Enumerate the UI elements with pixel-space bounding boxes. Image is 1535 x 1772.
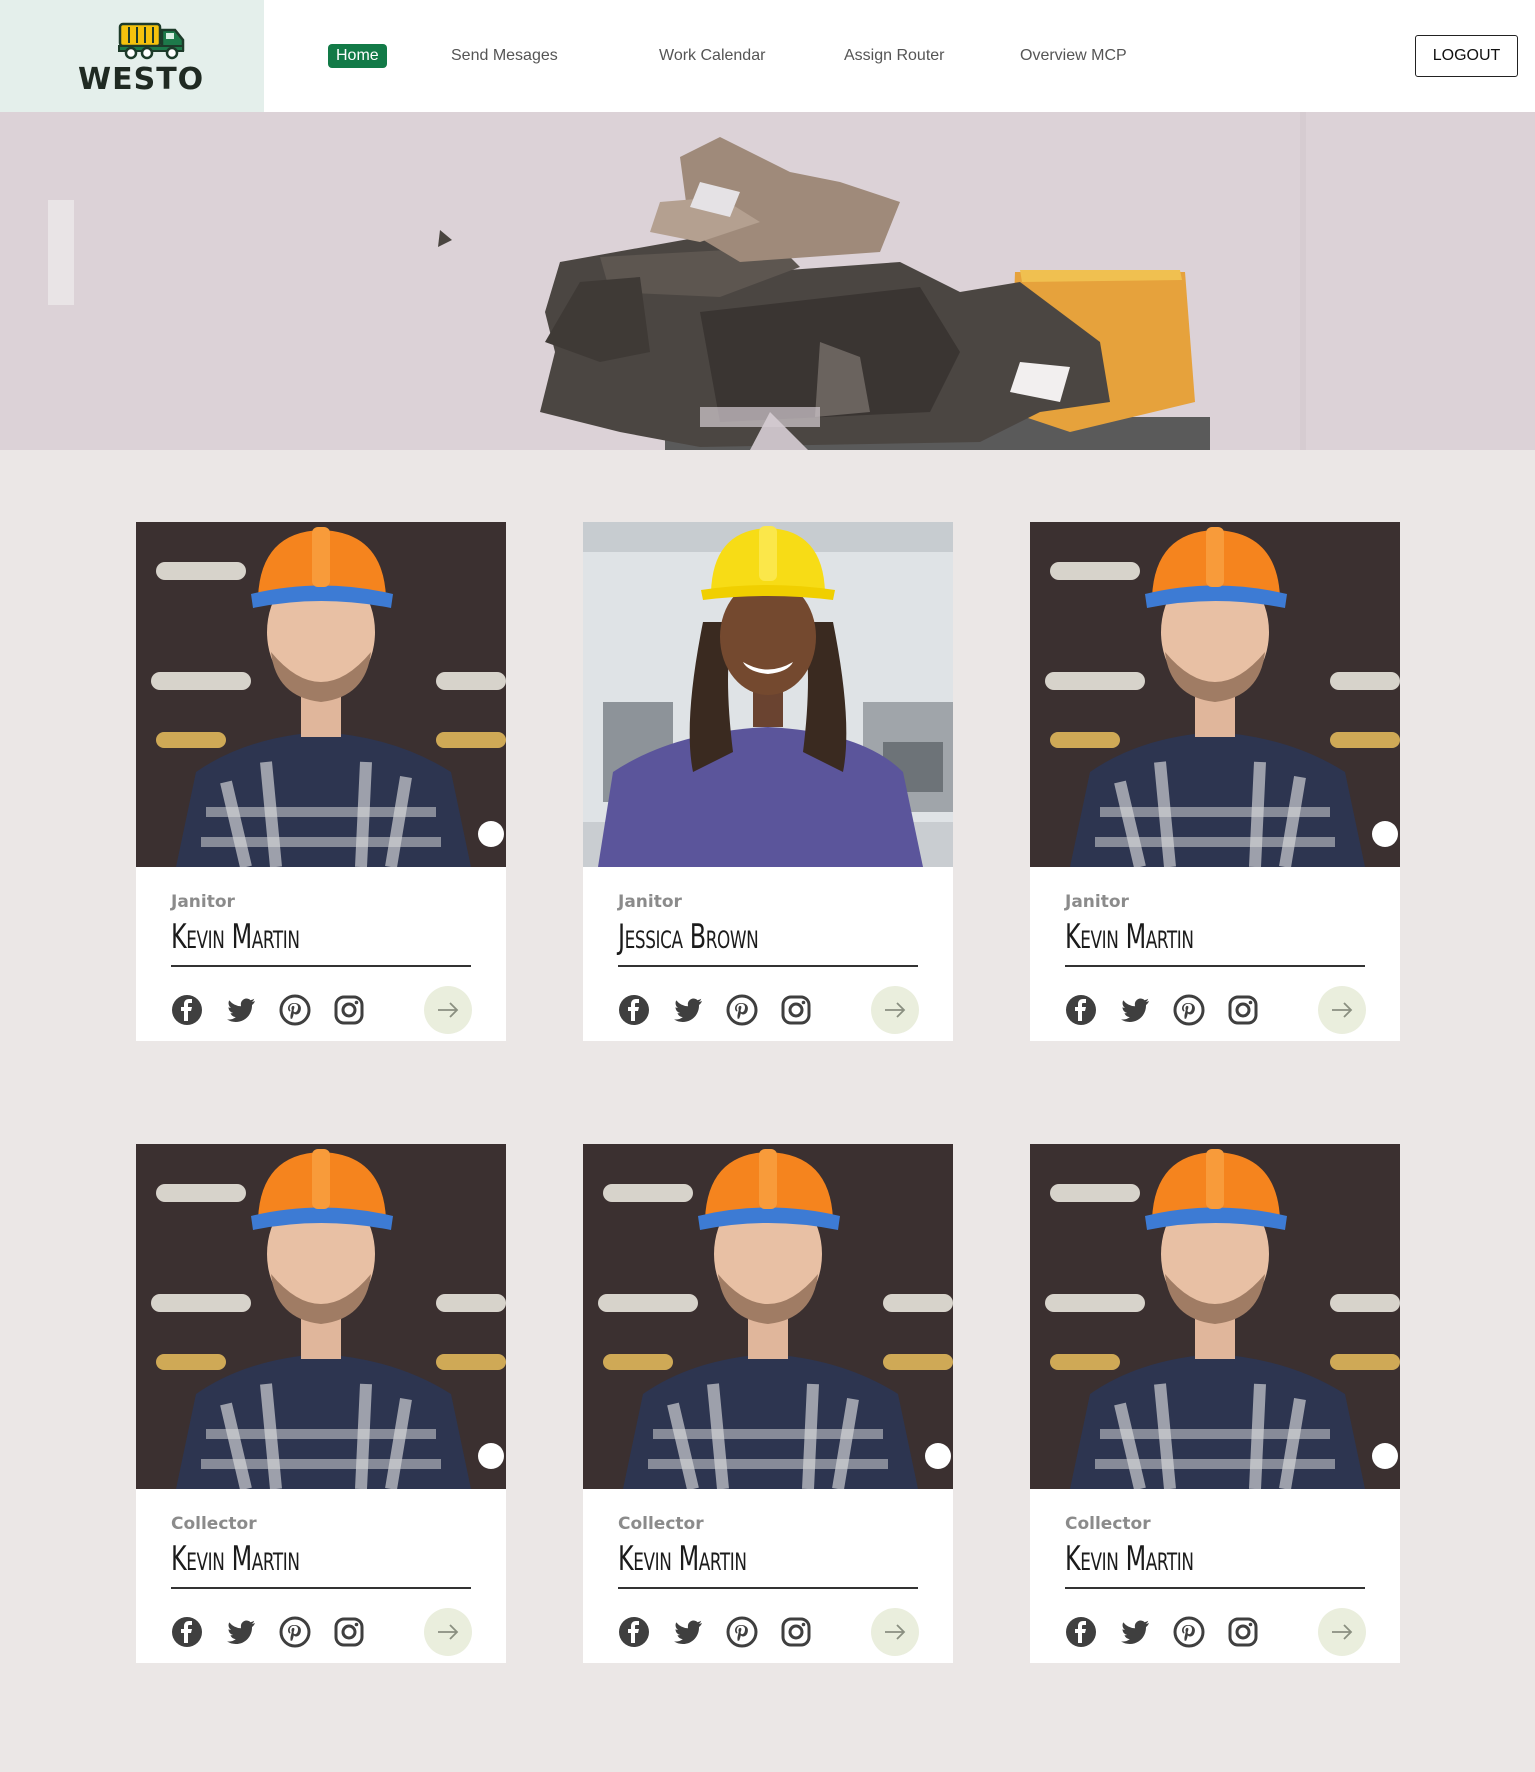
brand-name: WESTO (78, 62, 205, 97)
staff-name: Kevin Martin (1065, 1539, 1194, 1579)
staff-card: Collector Kevin Martin (583, 1144, 953, 1663)
facebook-icon[interactable] (618, 1616, 650, 1648)
hero-banner (0, 112, 1535, 450)
instagram-icon[interactable] (780, 994, 812, 1026)
staff-photo-male (1030, 1144, 1400, 1489)
nav-overview-mcp[interactable]: Overview MCP (1020, 44, 1127, 68)
staff-photo-male (136, 1144, 506, 1489)
staff-name: Kevin Martin (171, 1539, 300, 1579)
staff-card: Janitor Kevin Martin (1030, 522, 1400, 1041)
top-header: WESTO Home Send Mesages Work Calendar As… (0, 0, 1535, 112)
instagram-icon[interactable] (333, 994, 365, 1026)
card-action-button[interactable] (424, 986, 472, 1034)
staff-role: Collector (1065, 1514, 1151, 1534)
staff-role: Collector (171, 1514, 257, 1534)
arrow-right-icon (1332, 1624, 1353, 1640)
pinterest-icon[interactable] (1173, 1616, 1205, 1648)
twitter-icon[interactable] (225, 994, 257, 1026)
brand-logo[interactable]: WESTO (0, 0, 264, 112)
arrow-right-icon (438, 1624, 459, 1640)
staff-card: Janitor Kevin Martin (136, 522, 506, 1041)
staff-role: Janitor (171, 892, 235, 912)
card-action-button[interactable] (1318, 986, 1366, 1034)
pinterest-icon[interactable] (279, 1616, 311, 1648)
pinterest-icon[interactable] (279, 994, 311, 1026)
nav-send-messages[interactable]: Send Mesages (451, 44, 558, 68)
staff-photo-male (1030, 522, 1400, 867)
instagram-icon[interactable] (1227, 994, 1259, 1026)
pinterest-icon[interactable] (726, 1616, 758, 1648)
twitter-icon[interactable] (1119, 1616, 1151, 1648)
pinterest-icon[interactable] (726, 994, 758, 1026)
twitter-icon[interactable] (225, 1616, 257, 1648)
twitter-icon[interactable] (672, 1616, 704, 1648)
twitter-icon[interactable] (1119, 994, 1151, 1026)
card-action-button[interactable] (1318, 1608, 1366, 1656)
arrow-right-icon (885, 1002, 906, 1018)
facebook-icon[interactable] (1065, 994, 1097, 1026)
twitter-icon[interactable] (672, 994, 704, 1026)
staff-role: Janitor (1065, 892, 1129, 912)
nav-home[interactable]: Home (328, 44, 387, 68)
arrow-right-icon (885, 1624, 906, 1640)
arrow-right-icon (438, 1002, 459, 1018)
garbage-truck-icon (118, 22, 185, 60)
staff-role: Janitor (618, 892, 682, 912)
facebook-icon[interactable] (1065, 1616, 1097, 1648)
staff-role: Collector (618, 1514, 704, 1534)
staff-photo-male (136, 522, 506, 867)
hero-image (0, 112, 1535, 450)
staff-photo-male (583, 1144, 953, 1489)
instagram-icon[interactable] (780, 1616, 812, 1648)
staff-photo-female (583, 522, 953, 867)
nav-assign-router[interactable]: Assign Router (844, 44, 945, 68)
pinterest-icon[interactable] (1173, 994, 1205, 1026)
staff-name: Jessica Brown (618, 917, 759, 957)
card-action-button[interactable] (871, 986, 919, 1034)
arrow-right-icon (1332, 1002, 1353, 1018)
staff-name: Kevin Martin (1065, 917, 1194, 957)
card-action-button[interactable] (871, 1608, 919, 1656)
instagram-icon[interactable] (1227, 1616, 1259, 1648)
card-action-button[interactable] (424, 1608, 472, 1656)
nav-work-calendar[interactable]: Work Calendar (659, 44, 765, 68)
staff-name: Kevin Martin (171, 917, 300, 957)
staff-card: Collector Kevin Martin (136, 1144, 506, 1663)
facebook-icon[interactable] (171, 994, 203, 1026)
instagram-icon[interactable] (333, 1616, 365, 1648)
facebook-icon[interactable] (618, 994, 650, 1026)
staff-card: Collector Kevin Martin (1030, 1144, 1400, 1663)
staff-name: Kevin Martin (618, 1539, 747, 1579)
facebook-icon[interactable] (171, 1616, 203, 1648)
logout-button[interactable]: LOGOUT (1415, 35, 1518, 77)
staff-card: Janitor Jessica Brown (583, 522, 953, 1041)
